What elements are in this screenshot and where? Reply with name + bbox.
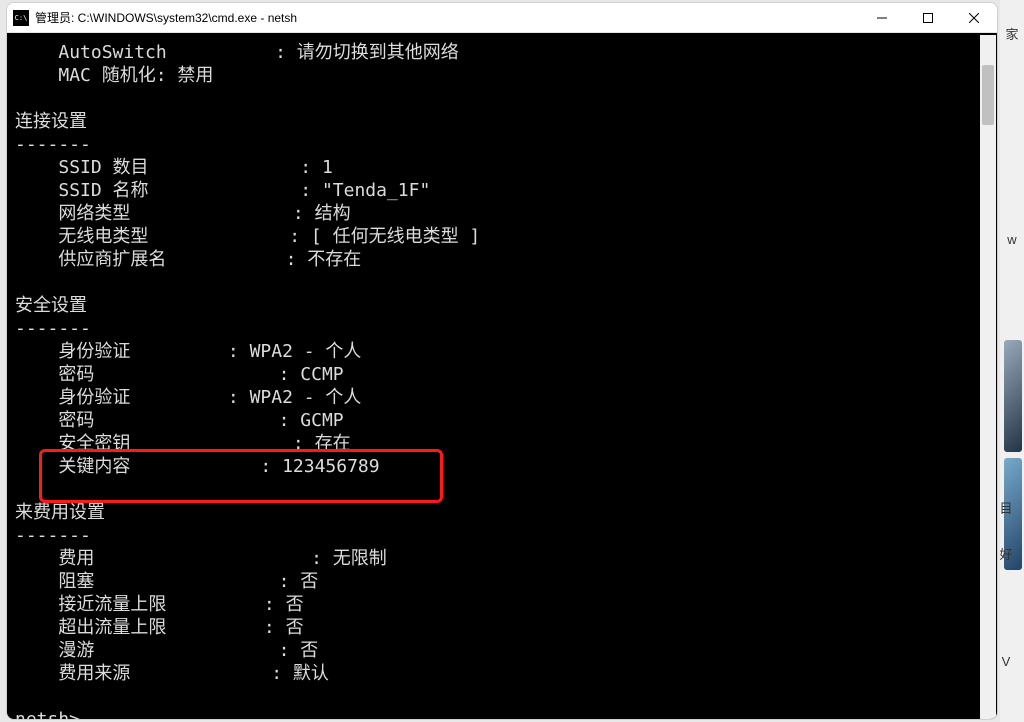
close-icon	[969, 13, 979, 23]
cipher-value: CCMP	[300, 364, 343, 385]
keycontent-value: 123456789	[282, 456, 380, 477]
congest-value: 否	[300, 571, 318, 592]
console-area[interactable]: AutoSwitch : 请勿切换到其他网络 MAC 随机化: 禁用 连接设置 …	[7, 33, 997, 719]
src-value: 默认	[293, 663, 329, 684]
prompt: netsh>	[15, 709, 80, 719]
vendor-ext-label: 供应商扩展名	[58, 249, 166, 270]
mac-random-value: 禁用	[177, 65, 213, 86]
maximize-icon	[923, 13, 933, 23]
cipher-label: 密码	[58, 364, 94, 385]
background-sidebar: 家 w 目 好 V	[1000, 0, 1024, 722]
roam-label: 漫游	[58, 640, 94, 661]
radio-type-label: 无线电类型	[58, 226, 148, 247]
congest-label: 阻塞	[58, 571, 94, 592]
roam-value: 否	[300, 640, 318, 661]
auth2-label: 身份验证	[58, 387, 130, 408]
radio-type-value: [ 任何无线电类型 ]	[311, 226, 480, 247]
maximize-button[interactable]	[905, 3, 951, 32]
cost-dashes: -------	[15, 525, 91, 546]
src-label: 费用来源	[58, 663, 130, 684]
minimize-icon	[877, 13, 887, 23]
ssid-name-value: "Tenda_1F"	[322, 180, 430, 201]
seckey-label: 安全密钥	[58, 433, 130, 454]
fee-value: 无限制	[333, 548, 387, 569]
ssid-count-value: 1	[322, 157, 333, 178]
auth-value: WPA2 - 个人	[250, 341, 362, 362]
seckey-value: 存在	[315, 433, 351, 454]
cmd-icon	[13, 10, 29, 26]
cost-prefix: 来	[15, 502, 33, 523]
net-type-label: 网络类型	[58, 203, 130, 224]
cipher2-value: GCMP	[300, 410, 343, 431]
minimize-button[interactable]	[859, 3, 905, 32]
cipher2-label: 密码	[58, 410, 94, 431]
vendor-ext-value: 不存在	[307, 249, 361, 270]
cmd-window: 管理员: C:\WINDOWS\system32\cmd.exe - netsh…	[6, 2, 998, 720]
titlebar[interactable]: 管理员: C:\WINDOWS\system32\cmd.exe - netsh	[7, 3, 997, 33]
autoswitch-label: AutoSwitch	[58, 42, 166, 63]
bg-thumbnail	[1004, 340, 1022, 452]
vertical-scrollbar[interactable]	[980, 35, 996, 719]
conn-dashes: -------	[15, 134, 91, 155]
bg-char: 家	[1000, 24, 1024, 43]
near-value: 否	[286, 594, 304, 615]
cost-header: 费用设置	[33, 502, 105, 523]
auth2-value: WPA2 - 个人	[250, 387, 362, 408]
scroll-thumb[interactable]	[982, 65, 994, 125]
auth-label: 身份验证	[58, 341, 130, 362]
close-button[interactable]	[951, 3, 997, 32]
ssid-name-label: SSID 名称	[58, 180, 148, 201]
autoswitch-value: 请勿切换到其他网络	[297, 42, 459, 63]
over-value: 否	[286, 617, 304, 638]
sec-dashes: -------	[15, 318, 91, 339]
net-type-value: 结构	[315, 203, 351, 224]
window-title: 管理员: C:\WINDOWS\system32\cmd.exe - netsh	[35, 9, 859, 26]
bg-char: w	[1000, 232, 1024, 247]
console-output: AutoSwitch : 请勿切换到其他网络 MAC 随机化: 禁用 连接设置 …	[15, 41, 997, 719]
fee-label: 费用	[58, 548, 94, 569]
mac-random-label: MAC 随机化	[58, 65, 155, 86]
over-label: 超出流量上限	[58, 617, 166, 638]
conn-header: 连接设置	[15, 111, 87, 132]
sec-header: 安全设置	[15, 295, 87, 316]
ssid-count-label: SSID 数目	[58, 157, 148, 178]
keycontent-label: 关键内容	[58, 456, 130, 477]
window-controls	[859, 3, 997, 32]
near-label: 接近流量上限	[58, 594, 166, 615]
